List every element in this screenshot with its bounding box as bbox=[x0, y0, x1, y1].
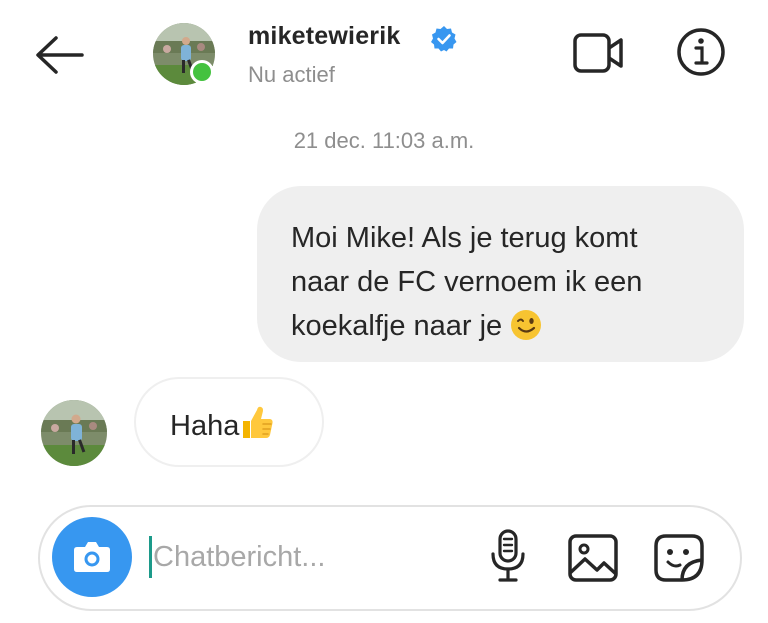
message-line: Moi Mike! Als je terug komt bbox=[291, 222, 638, 254]
info-icon bbox=[677, 28, 725, 76]
message-input[interactable] bbox=[153, 530, 473, 584]
incoming-message[interactable]: Haha bbox=[134, 377, 324, 467]
camera-button[interactable] bbox=[52, 517, 132, 597]
message-line: koekalfje naar je bbox=[291, 310, 503, 342]
activity-status: Nu actief bbox=[248, 62, 335, 87]
sticker-button[interactable] bbox=[652, 532, 706, 584]
image-icon bbox=[568, 534, 618, 582]
sender-avatar[interactable] bbox=[41, 400, 107, 466]
message-text: Haha bbox=[170, 410, 240, 442]
microphone-icon bbox=[491, 529, 525, 582]
video-camera-icon bbox=[573, 33, 623, 73]
winking-face-icon bbox=[511, 310, 542, 340]
username[interactable]: miketewierik bbox=[248, 22, 401, 51]
avatar-photo bbox=[41, 400, 107, 466]
back-button[interactable] bbox=[30, 30, 90, 80]
sticker-icon bbox=[654, 534, 704, 582]
arrow-left-icon bbox=[36, 36, 84, 74]
outgoing-message[interactable]: Moi Mike! Als je terug komt naar de FC v… bbox=[257, 186, 744, 362]
video-call-button[interactable] bbox=[572, 30, 626, 76]
voice-message-button[interactable] bbox=[488, 528, 528, 586]
verified-badge-icon bbox=[430, 25, 458, 53]
message-line: naar de FC vernoem ik een bbox=[291, 266, 643, 298]
message-line-with-emoji: koekalfje naar je bbox=[291, 304, 714, 348]
info-button[interactable] bbox=[675, 26, 727, 78]
gallery-button[interactable] bbox=[567, 533, 619, 583]
text-cursor bbox=[149, 536, 152, 578]
online-indicator bbox=[190, 60, 214, 84]
thumbs-up-icon bbox=[243, 406, 273, 438]
camera-icon bbox=[74, 542, 110, 572]
message-timestamp: 21 dec. 11:03 a.m. bbox=[293, 128, 475, 153]
